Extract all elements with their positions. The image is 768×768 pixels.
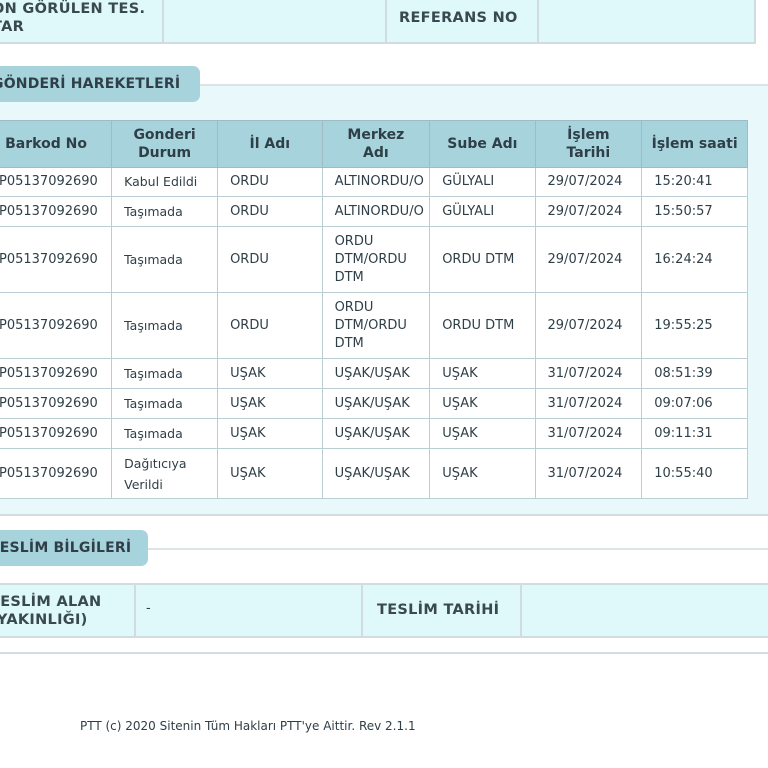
section-divider	[200, 84, 768, 86]
delivery-date-label-cell: TESLİM TARİHİ	[363, 585, 522, 636]
col-status: Gonderi Durum	[111, 120, 219, 168]
cell-center: UŞAK/UŞAK	[321, 358, 431, 389]
reference-label-cell: REFERANS NO	[387, 0, 539, 42]
cell-barcode: P05137092690	[0, 418, 113, 449]
table-row: P05137092690 Taşımada UŞAK UŞAK/UŞAK UŞAK 31/…	[0, 358, 748, 389]
cell-branch: GÜLYALI	[429, 167, 536, 197]
receiver-label-cell: TESLİM ALAN (YAKINLIĞI)	[0, 585, 136, 636]
movements-table-body: P05137092690 Kabul Edildi ORDU ALTINORDU/O G…	[0, 167, 748, 499]
cell-barcode: P05137092690	[0, 226, 113, 293]
col-city: İl Adı	[217, 120, 323, 168]
table-row: P05137092690 Dağıtıcıya Verildi UŞAK UŞAK/UŞ…	[0, 448, 748, 499]
col-time: İşlem saati	[641, 120, 748, 168]
section-divider	[148, 548, 768, 550]
cell-center: UŞAK/UŞAK	[321, 388, 431, 419]
cell-branch: ORDU DTM	[429, 292, 536, 359]
receiver-value-cell: -	[136, 585, 363, 636]
last-seen-date-label: ON GÖRÜLEN TES. TAR	[0, 1, 146, 35]
table-header-row: Barkod No Gonderi Durum İl Adı Merkez Ad…	[0, 120, 748, 168]
delivery-section-title: TESLİM BİLGİLERİ	[0, 530, 148, 566]
cell-center: UŞAK/UŞAK	[321, 418, 431, 449]
cell-status: Taşımada	[111, 226, 219, 293]
top-info-panel: ON GÖRÜLEN TES. TAR REFERANS NO	[0, 0, 756, 44]
col-barcode: Barkod No	[0, 120, 113, 168]
cell-status: Taşımada	[111, 418, 219, 449]
cell-branch: UŞAK	[429, 358, 536, 389]
cell-barcode: P05137092690	[0, 388, 113, 419]
cell-time: 09:07:06	[641, 388, 748, 419]
cell-time: 16:24:24	[641, 226, 748, 293]
cell-time: 10:55:40	[641, 448, 748, 499]
cell-city: UŞAK	[217, 418, 323, 449]
reference-label: REFERANS NO	[399, 10, 518, 26]
cell-status: Taşımada	[111, 292, 219, 359]
cell-city: UŞAK	[217, 358, 323, 389]
cell-time: 09:11:31	[641, 418, 748, 449]
table-row: P05137092690 Taşımada ORDU ORDU DTM/ORDU DTM O…	[0, 292, 748, 359]
cell-center: ALTINORDU/O	[321, 167, 431, 197]
receiver-value: -	[146, 601, 151, 616]
cell-center: ORDU DTM/ORDU DTM	[321, 292, 431, 359]
cell-city: ORDU	[217, 167, 323, 197]
table-row: P05137092690 Taşımada UŞAK UŞAK/UŞAK UŞAK 31/…	[0, 418, 748, 449]
cell-branch: ORDU DTM	[429, 226, 536, 293]
cell-status: Kabul Edildi	[111, 167, 219, 197]
table-row: P05137092690 Taşımada ORDU ALTINORDU/O GÜLYA…	[0, 196, 748, 227]
movements-title-text: GÖNDERİ HAREKETLERİ	[0, 76, 181, 92]
cell-date: 29/07/2024	[534, 226, 643, 293]
cell-barcode: P05137092690	[0, 196, 113, 227]
cell-branch: UŞAK	[429, 388, 536, 419]
cell-status: Dağıtıcıya Verildi	[111, 448, 219, 499]
cell-city: UŞAK	[217, 448, 323, 499]
cell-date: 29/07/2024	[534, 292, 643, 359]
cell-city: ORDU	[217, 226, 323, 293]
cell-barcode: P05137092690	[0, 167, 113, 197]
cell-branch: GÜLYALI	[429, 196, 536, 227]
cell-status: Taşımada	[111, 358, 219, 389]
col-status-label: Gonderi Durum	[133, 127, 196, 161]
cell-barcode: P05137092690	[0, 448, 113, 499]
cell-status: Taşımada	[111, 196, 219, 227]
delivery-title-text: TESLİM BİLGİLERİ	[0, 540, 132, 556]
cell-time: 08:51:39	[641, 358, 748, 389]
col-date-label: İşlem Tarihi	[566, 127, 611, 161]
cell-time: 15:50:57	[641, 196, 748, 227]
delivery-info-row: TESLİM ALAN (YAKINLIĞI) - TESLİM TARİHİ	[0, 583, 768, 638]
movements-table: Barkod No Gonderi Durum İl Adı Merkez Ad…	[0, 120, 748, 499]
cell-city: UŞAK	[217, 388, 323, 419]
cell-branch: UŞAK	[429, 448, 536, 499]
delivery-date-label: TESLİM TARİHİ	[377, 602, 500, 618]
cell-date: 31/07/2024	[534, 358, 643, 389]
cell-barcode: P05137092690	[0, 292, 113, 359]
col-center: Merkez Adı	[321, 120, 431, 168]
cell-date: 29/07/2024	[534, 167, 643, 197]
cell-time: 19:55:25	[641, 292, 748, 359]
receiver-label: TESLİM ALAN (YAKINLIĞI)	[0, 594, 102, 628]
col-center-label: Merkez Adı	[347, 127, 405, 161]
cell-status: Taşımada	[111, 388, 219, 419]
cell-time: 15:20:41	[641, 167, 748, 197]
cell-center: UŞAK/UŞAK	[321, 448, 431, 499]
cell-date: 29/07/2024	[534, 196, 643, 227]
cell-date: 31/07/2024	[534, 418, 643, 449]
table-row: P05137092690 Kabul Edildi ORDU ALTINORDU/O G…	[0, 167, 748, 197]
movements-section-title: GÖNDERİ HAREKETLERİ	[0, 66, 200, 102]
reference-value	[539, 0, 754, 42]
table-row: P05137092690 Taşımada UŞAK UŞAK/UŞAK UŞAK 31/…	[0, 388, 748, 419]
footer-copyright: PTT (c) 2020 Sitenin Tüm Hakları PTT'ye …	[80, 719, 416, 733]
cell-barcode: P05137092690	[0, 358, 113, 389]
table-row: P05137092690 Taşımada ORDU ORDU DTM/ORDU DTM O…	[0, 226, 748, 293]
cell-branch: UŞAK	[429, 418, 536, 449]
col-branch: Sube Adı	[429, 120, 536, 168]
delivery-date-value	[522, 585, 768, 636]
cell-date: 31/07/2024	[534, 448, 643, 499]
cell-city: ORDU	[217, 196, 323, 227]
last-seen-date-label-cell: ON GÖRÜLEN TES. TAR	[0, 0, 164, 42]
cell-center: ORDU DTM/ORDU DTM	[321, 226, 431, 293]
cell-center: ALTINORDU/O	[321, 196, 431, 227]
cell-city: ORDU	[217, 292, 323, 359]
col-date: İşlem Tarihi	[534, 120, 643, 168]
last-seen-date-value	[164, 0, 387, 42]
cell-date: 31/07/2024	[534, 388, 643, 419]
